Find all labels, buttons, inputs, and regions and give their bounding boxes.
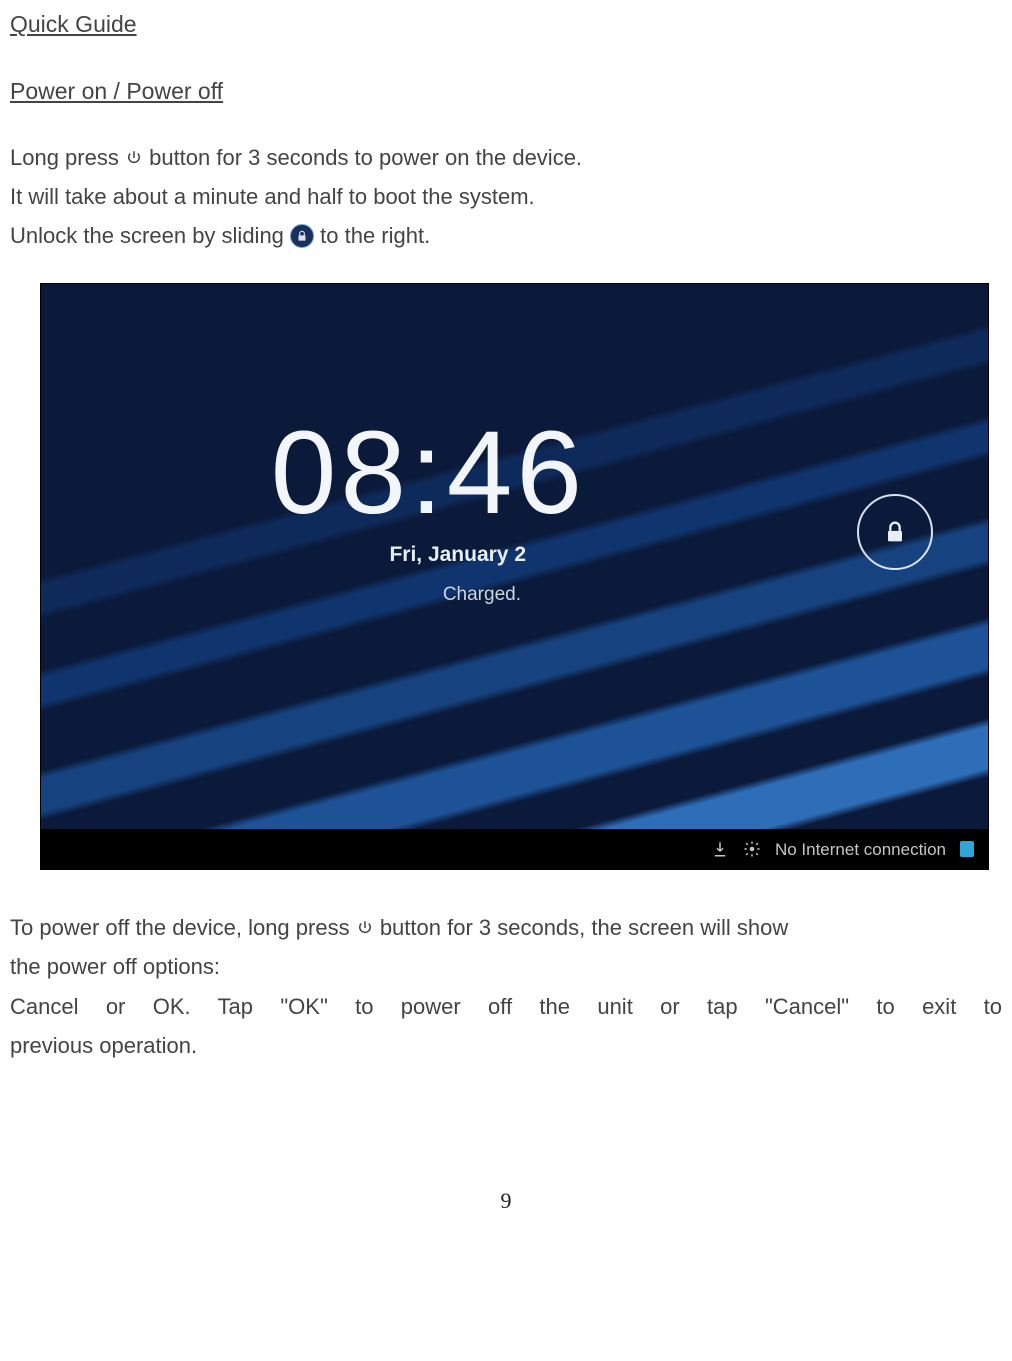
paragraph-power-on: Long press button for 3 seconds to power… <box>10 140 1002 175</box>
paragraph-power-off-1: To power off the device, long press butt… <box>10 910 1002 945</box>
text: button for 3 seconds, the screen will sh… <box>380 915 788 940</box>
status-bar: No Internet connection <box>41 829 988 869</box>
battery-status: Charged. <box>86 580 586 610</box>
lockscreen-screenshot: 08:46 Fri, January 2 Charged. No Interne… <box>40 283 989 870</box>
paragraph-unlock: Unlock the screen by sliding to the righ… <box>10 218 1002 253</box>
paragraph-power-off-2: the power off options: <box>10 949 1002 984</box>
text: Unlock the screen by sliding <box>10 223 290 248</box>
statusbar-text: No Internet connection <box>775 836 946 863</box>
download-icon <box>711 840 729 858</box>
lock-icon <box>290 224 314 248</box>
text: button for 3 seconds to power on the dev… <box>149 145 582 170</box>
clock-block: 08:46 Fri, January 2 Charged. <box>86 414 586 610</box>
clock-time: 08:46 <box>86 414 586 532</box>
paragraph-boot-time: It will take about a minute and half to … <box>10 179 1002 214</box>
power-icon <box>356 912 374 930</box>
lock-ring-icon <box>857 494 933 570</box>
section-heading: Power on / Power off <box>10 73 1002 110</box>
text: To power off the device, long press <box>10 915 356 940</box>
settings-icon <box>743 840 761 858</box>
paragraph-power-off-3: Cancel or OK. Tap "OK" to power off the … <box>10 989 1002 1024</box>
clock-date: Fri, January 2 <box>86 538 586 572</box>
text: Long press <box>10 145 125 170</box>
paragraph-power-off-4: previous operation. <box>10 1028 1002 1063</box>
battery-icon <box>960 841 974 857</box>
page-title: Quick Guide <box>10 6 1002 43</box>
text: to the right. <box>320 223 430 248</box>
power-icon <box>125 142 143 160</box>
page-number: 9 <box>10 1183 1002 1218</box>
